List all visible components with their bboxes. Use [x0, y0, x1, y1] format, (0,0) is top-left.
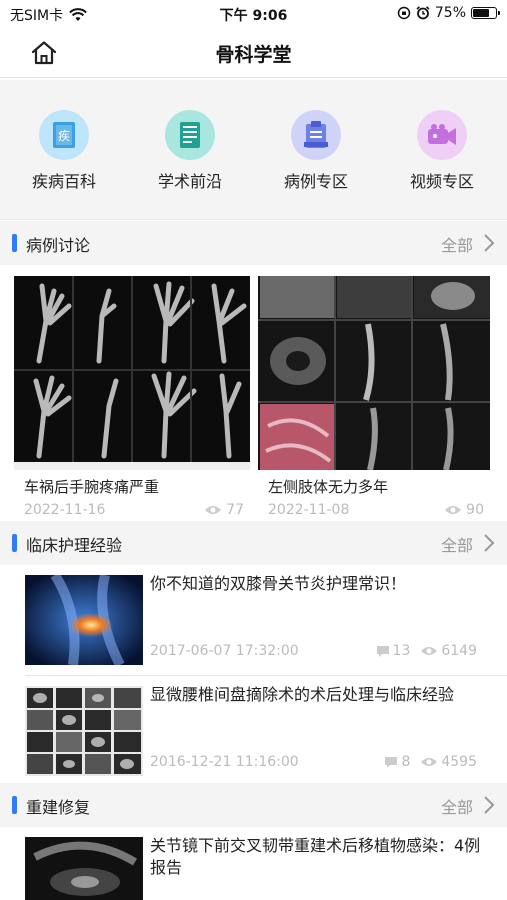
battery-percent: 75%	[434, 5, 466, 21]
view-stat: 6149	[420, 643, 477, 659]
category-label: 学术前沿	[157, 172, 222, 191]
case-title: 车祸后手腕疼痛严重	[24, 478, 160, 496]
chevron-right-icon[interactable]	[483, 233, 495, 253]
eye-icon	[421, 647, 438, 655]
case-clipboard-icon	[304, 121, 328, 148]
article-item[interactable]: 显微腰椎间盘摘除术的术后处理与临床经验 2016-12-21 11:16:00 …	[0, 676, 507, 786]
see-all-link[interactable]: 全部	[441, 232, 473, 256]
view-stat: 4595	[420, 754, 477, 770]
article-date: 2017-06-07 17:32:00	[150, 643, 299, 659]
category-icon-bg	[291, 110, 341, 160]
category-icon-bg	[417, 110, 467, 160]
case-views: 90	[444, 502, 484, 518]
view-count: 4595	[441, 754, 477, 770]
category-video-zone[interactable]: 视频专区	[387, 110, 497, 192]
eye-icon	[421, 758, 438, 766]
article-title: 关节镜下前交叉韧带重建术后移植物感染：4例报告	[150, 836, 481, 877]
category-grid: 疾 疾病百科 学术前沿 病例专区 视频专区	[0, 80, 507, 220]
comment-stat: 13	[376, 643, 411, 659]
see-all-link[interactable]: 全部	[441, 794, 473, 818]
section-header-reconstruction[interactable]: 重建修复 全部	[0, 783, 507, 827]
article-item[interactable]: 你不知道的双膝骨关节炎护理常识！ 2017-06-07 17:32:00 13 …	[0, 565, 507, 675]
comment-count: 13	[392, 643, 411, 659]
category-icon-bg	[165, 110, 215, 160]
category-label: 病例专区	[283, 172, 348, 191]
comment-count: 8	[401, 754, 411, 770]
chevron-right-icon[interactable]	[483, 533, 495, 553]
chevron-right-icon[interactable]	[483, 795, 495, 815]
case-image-wrist-xray	[14, 276, 250, 470]
section-accent-bar	[12, 796, 17, 814]
article-title: 显微腰椎间盘摘除术的术后处理与临床经验	[150, 685, 455, 704]
svg-text:疾: 疾	[58, 128, 70, 143]
article-title: 你不知道的双膝骨关节炎护理常识！	[150, 574, 407, 593]
section-title: 重建修复	[26, 798, 91, 817]
case-date: 2022-11-16	[24, 502, 106, 518]
section-title: 临床护理经验	[26, 536, 123, 555]
status-right: 75%	[397, 5, 500, 21]
case-image-spine-mri	[258, 276, 490, 470]
category-case-zone[interactable]: 病例专区	[261, 110, 371, 192]
eye-icon	[205, 506, 222, 514]
article-thumbnail-lumbar	[25, 686, 143, 776]
article-thumbnail-acl	[25, 837, 143, 900]
article-stats: 8 4595	[384, 754, 477, 770]
article-item[interactable]: 关节镜下前交叉韧带重建术后移植物感染：4例报告	[0, 827, 507, 900]
status-bar: 无SIM卡 下午 9:06 75%	[0, 0, 507, 28]
category-academic-frontier[interactable]: 学术前沿	[135, 110, 245, 192]
case-title: 左侧肢体无力多年	[268, 478, 389, 496]
eye-icon	[445, 506, 462, 514]
view-count: 90	[466, 502, 484, 518]
article-stats: 13 6149	[376, 643, 477, 659]
case-views: 77	[204, 502, 244, 518]
article-date: 2016-12-21 11:16:00	[150, 754, 299, 770]
section-title: 病例讨论	[26, 236, 91, 255]
article-thumbnail-knee	[25, 575, 143, 665]
section-accent-bar	[12, 234, 17, 252]
case-card[interactable]: 左侧肢体无力多年 2022-11-08 90	[258, 276, 494, 522]
section-accent-bar	[12, 534, 17, 552]
see-all-link[interactable]: 全部	[441, 532, 473, 556]
category-disease-encyclopedia[interactable]: 疾 疾病百科	[9, 110, 119, 192]
case-date: 2022-11-08	[268, 502, 350, 518]
comment-icon	[376, 645, 389, 657]
orientation-lock-icon	[397, 6, 411, 20]
category-label: 视频专区	[409, 172, 474, 191]
nav-bar: 骨科学堂	[0, 28, 507, 78]
encyclopedia-book-icon: 疾	[53, 122, 75, 148]
comment-stat: 8	[384, 754, 410, 770]
battery-icon	[471, 7, 500, 19]
view-count: 77	[226, 502, 244, 518]
category-icon-bg: 疾	[39, 110, 89, 160]
academic-news-icon	[180, 122, 200, 148]
case-card[interactable]: 车祸后手腕疼痛严重 2022-11-16 77	[14, 276, 250, 522]
alarm-icon	[416, 6, 430, 20]
section-header-case-discussion[interactable]: 病例讨论 全部	[0, 221, 507, 265]
video-camera-icon	[428, 124, 456, 145]
page-title: 骨科学堂	[215, 44, 292, 66]
section-header-nursing[interactable]: 临床护理经验 全部	[0, 521, 507, 565]
category-label: 疾病百科	[31, 172, 96, 191]
comment-icon	[385, 756, 398, 768]
view-count: 6149	[441, 643, 477, 659]
